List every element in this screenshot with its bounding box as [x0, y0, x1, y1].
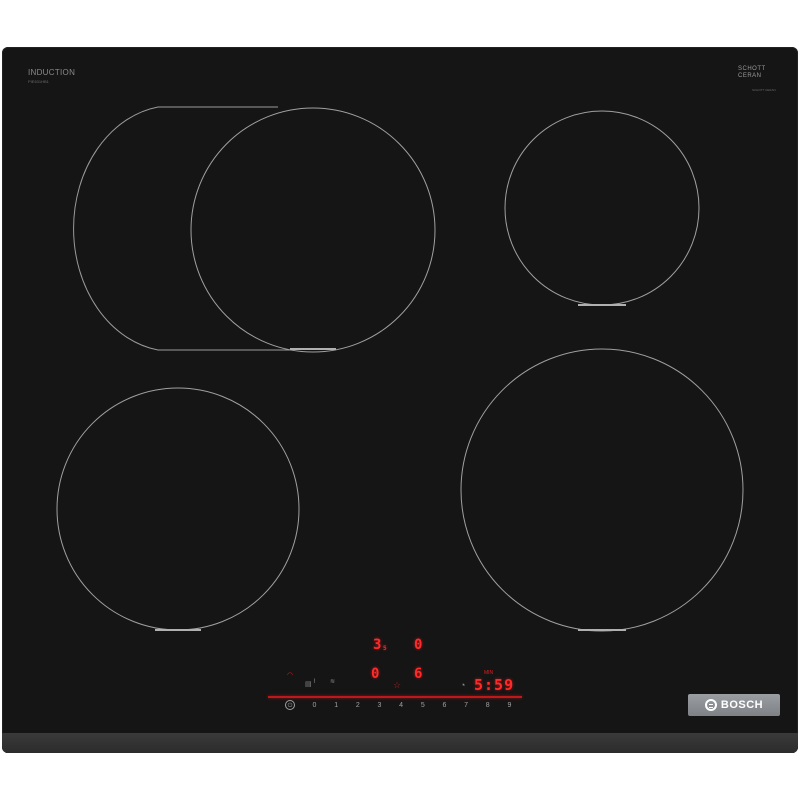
- slider-level-0[interactable]: 0: [304, 702, 325, 712]
- power-slider-levels[interactable]: 0 1 2 3 4 5 6 7 8 9: [304, 702, 520, 712]
- display-rear-left-sub: 5: [383, 645, 387, 652]
- brand-badge: BOSCH: [688, 694, 780, 716]
- lock-icon[interactable]: ▤: [305, 680, 312, 688]
- zone-rear-right: [504, 110, 700, 306]
- slider-level-9[interactable]: 9: [499, 702, 520, 712]
- boost-icon[interactable]: ≋: [330, 678, 335, 685]
- brand-name: BOSCH: [720, 699, 764, 711]
- slider-level-1[interactable]: 1: [326, 702, 347, 712]
- slider-level-5[interactable]: 5: [412, 702, 433, 712]
- zone-rear-center: [190, 107, 436, 353]
- slider-level-6[interactable]: 6: [434, 702, 455, 712]
- timer-clock-icon[interactable]: ◔: [460, 680, 465, 690]
- zone-front-left: [56, 387, 300, 631]
- timer-display: 5:59: [474, 676, 515, 694]
- zone-rear-left-outline: [73, 106, 292, 351]
- slider-level-3[interactable]: 3: [369, 702, 390, 712]
- wifi-icon[interactable]: ◠: [287, 671, 293, 679]
- slider-level-2[interactable]: 2: [347, 702, 368, 712]
- display-front-left-level: 0: [371, 666, 380, 682]
- perfect-fry-icon[interactable]: ⌇: [313, 678, 316, 685]
- slider-level-4[interactable]: 4: [391, 702, 412, 712]
- slider-level-8[interactable]: 8: [477, 702, 498, 712]
- zone-front-right: [460, 348, 744, 632]
- slider-level-7[interactable]: 7: [456, 702, 477, 712]
- display-rear-right-level: 0: [414, 637, 423, 653]
- favourite-icon[interactable]: ☆: [393, 680, 401, 691]
- display-rear-left-level: 3: [373, 637, 382, 653]
- display-front-right-level: 6: [414, 666, 423, 682]
- power-button[interactable]: ⏻: [285, 700, 295, 710]
- bosch-logo-icon: [704, 699, 717, 711]
- power-slider-track[interactable]: [268, 696, 522, 698]
